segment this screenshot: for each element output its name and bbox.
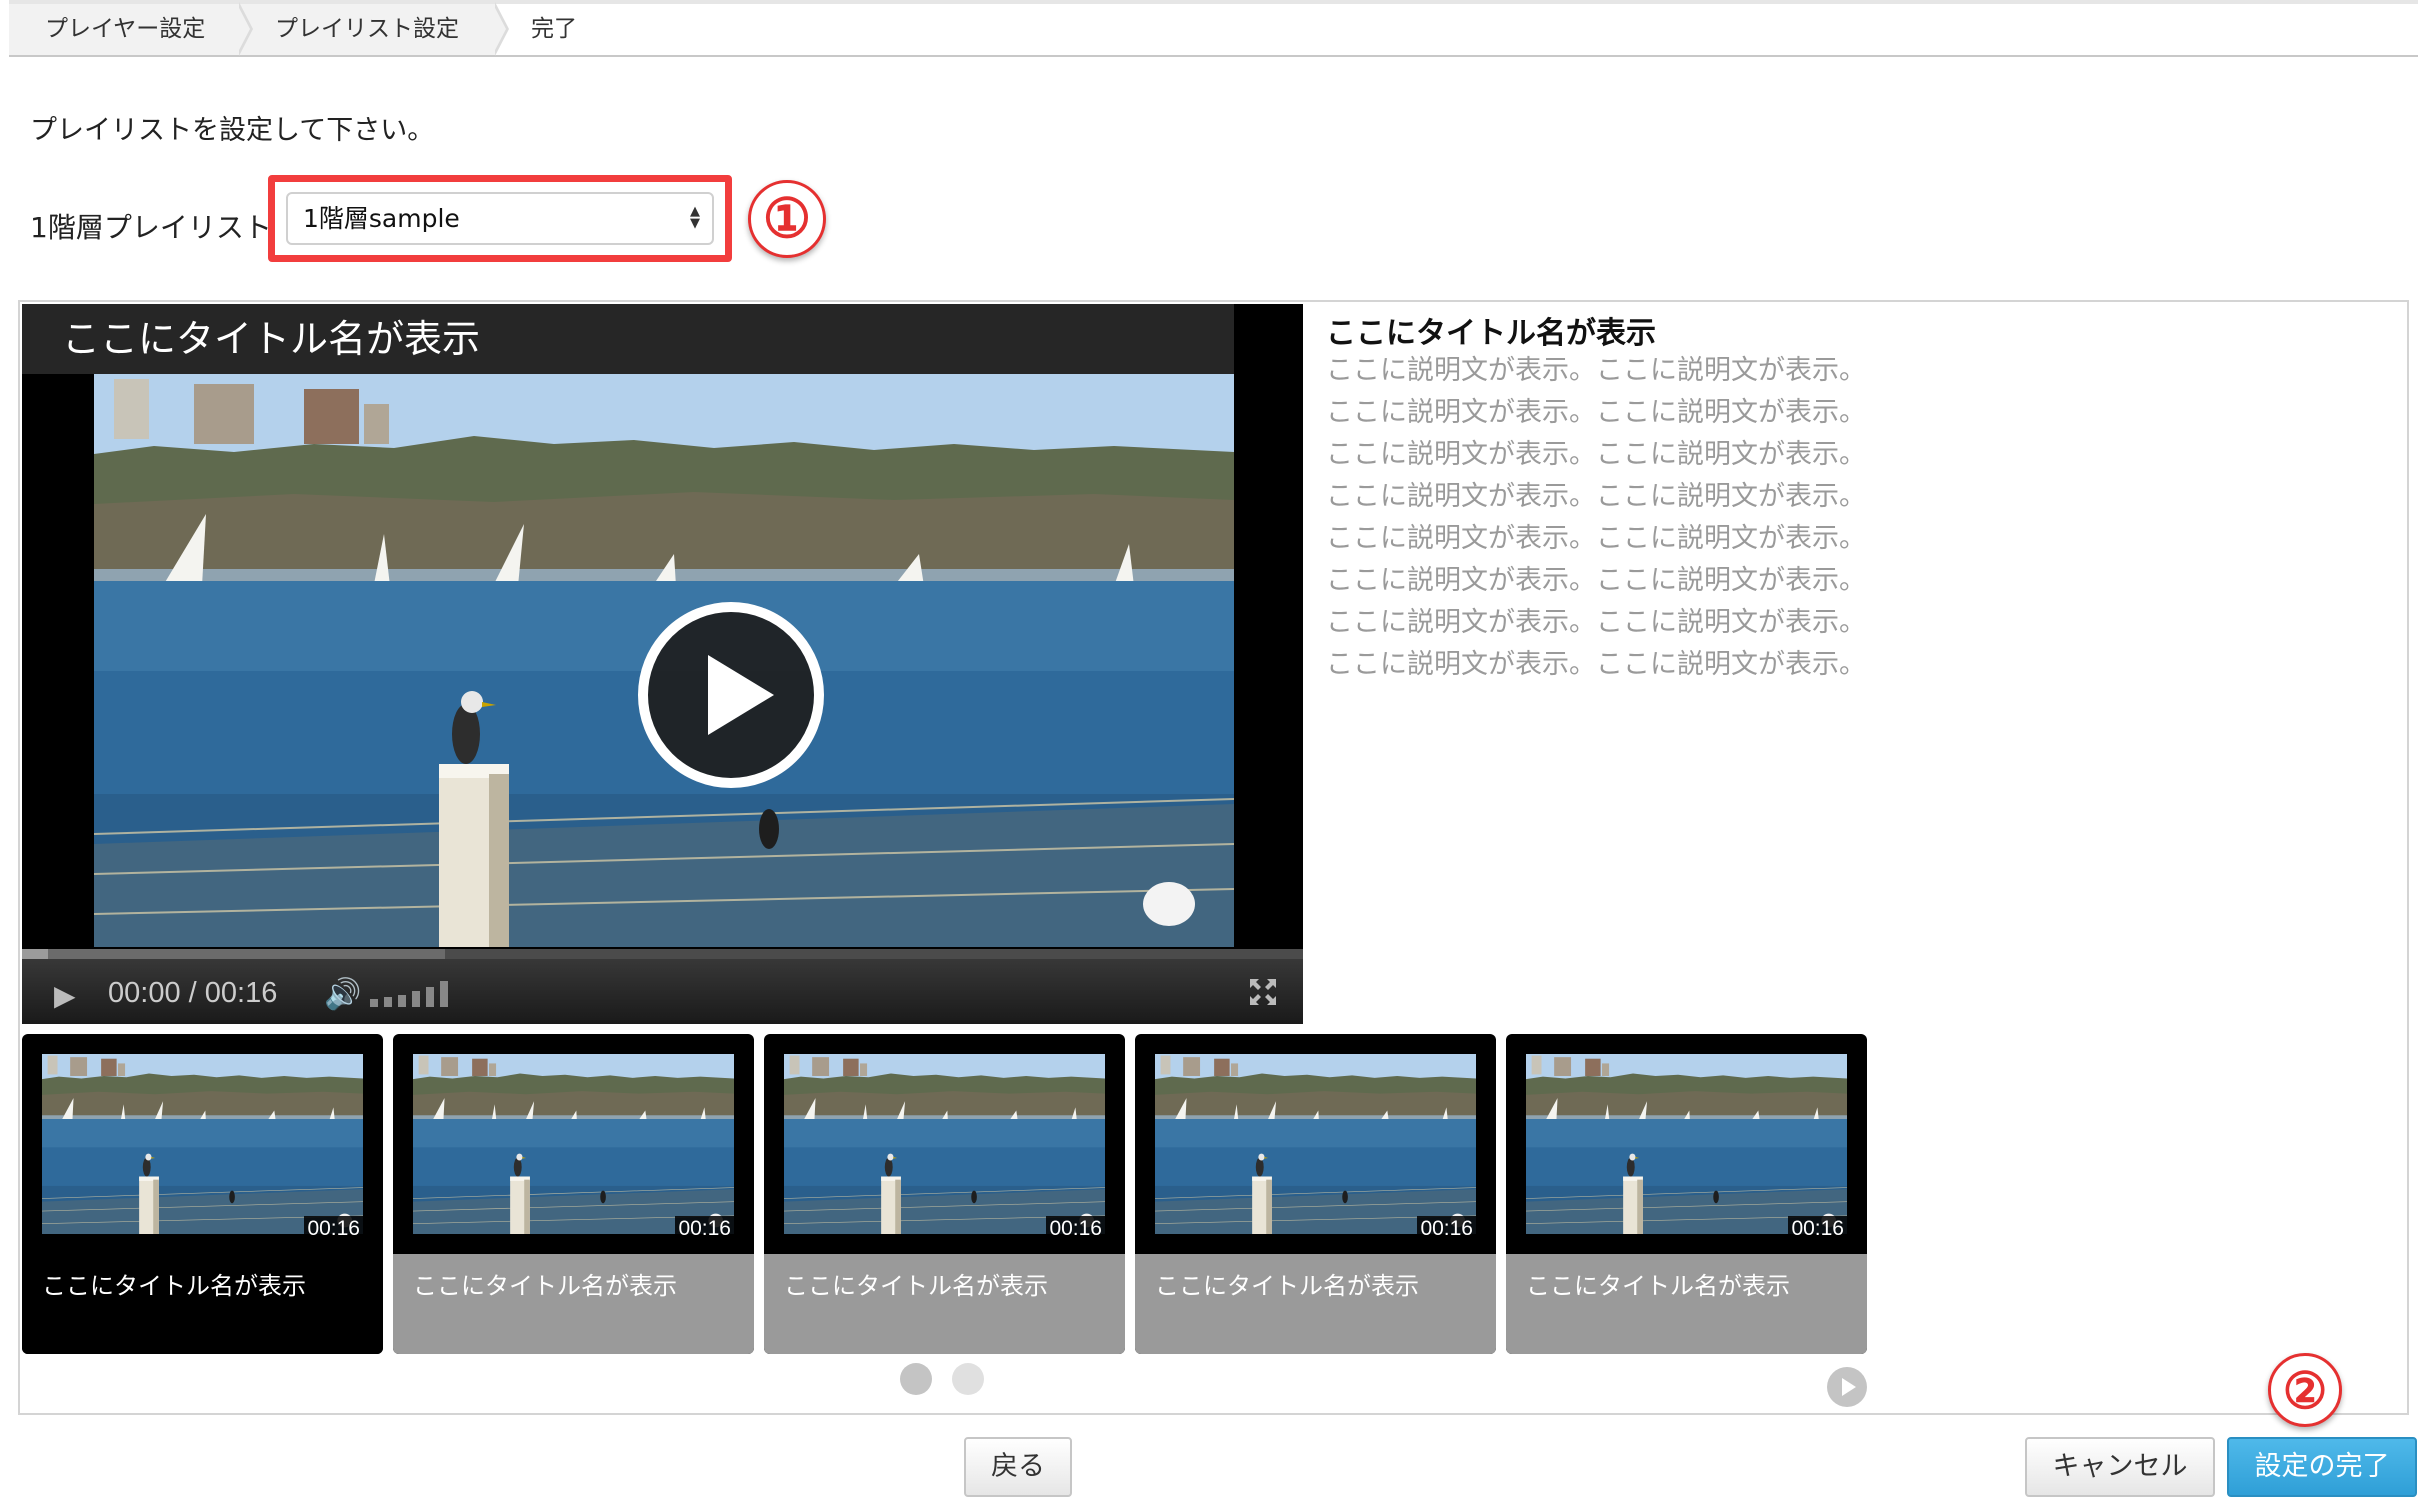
- player-preview: ここにタイトル名が表示 ▶ 00:00 / 00:16 🔊 ここにタイトル名が表…: [18, 300, 2409, 1415]
- thumbnail-image: [413, 1054, 734, 1234]
- breadcrumb-step-playlist-settings: プレイリスト設定: [239, 2, 509, 56]
- playlist-item[interactable]: 00:16 ここにタイトル名が表示: [22, 1034, 383, 1354]
- buffer-bar: [22, 949, 445, 959]
- thumbnail-title: ここにタイトル名が表示: [393, 1254, 754, 1354]
- thumbnail-duration: 00:16: [304, 1216, 363, 1242]
- breadcrumb-step-complete: 完了: [495, 4, 655, 55]
- video-title: ここにタイトル名が表示: [22, 304, 1234, 374]
- playlist-item[interactable]: 00:16 ここにタイトル名が表示: [1506, 1034, 1867, 1354]
- progress-knob[interactable]: [22, 949, 48, 959]
- select-arrows-icon: ▲ ▼: [690, 204, 700, 231]
- breadcrumb-step-player-settings: プレイヤー設定: [9, 2, 253, 56]
- thumbnail-duration: 00:16: [1788, 1216, 1847, 1242]
- time-display: 00:00 / 00:16: [108, 977, 277, 1010]
- highlight-box: 1階層sample ▲ ▼: [268, 175, 732, 262]
- time-separator: /: [188, 977, 197, 1009]
- breadcrumb-label: プレイヤー設定: [45, 16, 206, 42]
- playlist-item[interactable]: 00:16 ここにタイトル名が表示: [1135, 1034, 1496, 1354]
- step-marker-2: ②: [2268, 1353, 2342, 1427]
- step-marker-number: ①: [762, 189, 812, 249]
- side-description: ここに説明文が表示。ここに説明文が表示。ここに説明文が表示。ここに説明文が表示。…: [1326, 355, 1866, 680]
- playlist-select[interactable]: 1階層sample ▲ ▼: [286, 192, 714, 245]
- step-marker-1: ①: [748, 180, 826, 258]
- thumbnail-title: ここにタイトル名が表示: [764, 1254, 1125, 1354]
- progress-bar[interactable]: [22, 949, 1303, 959]
- thumbnail-title: ここにタイトル名が表示: [22, 1254, 383, 1354]
- back-button[interactable]: 戻る: [964, 1437, 1072, 1497]
- step-marker-number: ②: [2282, 1363, 2328, 1419]
- thumbnail-title: ここにタイトル名が表示: [1506, 1254, 1867, 1354]
- player-controls: ▶ 00:00 / 00:16 🔊: [22, 949, 1303, 1024]
- playlist-item[interactable]: 00:16 ここにタイトル名が表示: [393, 1034, 754, 1354]
- playlist-select-value: 1階層sample: [303, 204, 460, 233]
- thumbnail-duration: 00:16: [675, 1216, 734, 1242]
- volume-level-icon[interactable]: [368, 977, 464, 1009]
- next-page-icon[interactable]: [1827, 1367, 1867, 1407]
- thumbnail-image: [1155, 1054, 1476, 1234]
- play-overlay-icon[interactable]: [636, 600, 826, 790]
- side-title: ここにタイトル名が表示: [1326, 316, 1656, 351]
- fullscreen-icon[interactable]: [1248, 977, 1278, 1007]
- breadcrumb: プレイヤー設定 プレイリスト設定 完了: [9, 0, 2418, 57]
- current-time: 00:00: [108, 977, 181, 1009]
- thumbnail-image: [1526, 1054, 1847, 1234]
- breadcrumb-separator: [493, 2, 509, 56]
- breadcrumb-label: 完了: [531, 16, 577, 42]
- page-dot-2[interactable]: [952, 1363, 984, 1395]
- breadcrumb-separator: [237, 2, 253, 56]
- cancel-button[interactable]: キャンセル: [2025, 1437, 2215, 1497]
- breadcrumb-label: プレイリスト設定: [275, 16, 459, 42]
- instruction-text: プレイリストを設定して下さい。: [30, 115, 435, 146]
- thumbnail-image: [42, 1054, 363, 1234]
- page-dot-1[interactable]: [900, 1363, 932, 1395]
- thumbnail-title: ここにタイトル名が表示: [1135, 1254, 1496, 1354]
- playlist-item[interactable]: 00:16 ここにタイトル名が表示: [764, 1034, 1125, 1354]
- duration: 00:16: [204, 977, 278, 1009]
- thumbnail-image: [784, 1054, 1105, 1234]
- thumbnail-duration: 00:16: [1417, 1216, 1476, 1242]
- video-player[interactable]: ここにタイトル名が表示 ▶ 00:00 / 00:16 🔊: [22, 304, 1303, 1024]
- play-icon[interactable]: ▶: [54, 979, 76, 1012]
- thumbnail-duration: 00:16: [1046, 1216, 1105, 1242]
- volume-icon[interactable]: 🔊: [324, 977, 361, 1012]
- video-frame[interactable]: [94, 374, 1234, 947]
- playlist-select-label: 1階層プレイリスト: [30, 211, 272, 244]
- finish-button[interactable]: 設定の完了: [2227, 1437, 2417, 1497]
